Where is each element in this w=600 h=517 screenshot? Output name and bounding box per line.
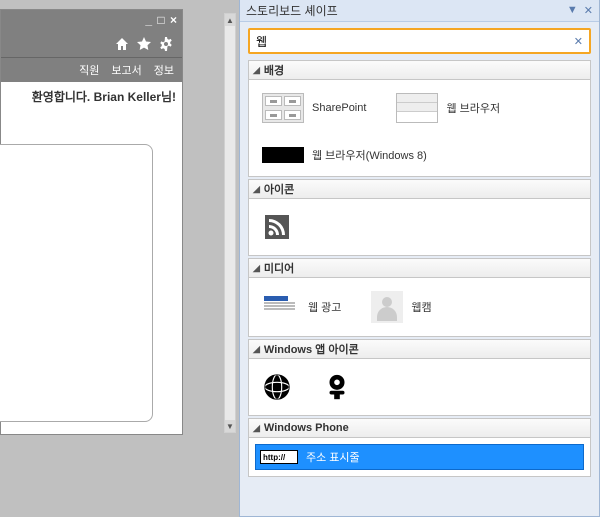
globe-icon bbox=[262, 372, 292, 402]
clear-search-icon[interactable]: ✕ bbox=[574, 35, 583, 48]
user-circle-icon bbox=[322, 372, 352, 402]
search-box[interactable]: ✕ bbox=[248, 28, 591, 54]
shape-web-ad[interactable]: 웹 광고 bbox=[257, 286, 346, 328]
menu-item-info[interactable]: 정보 bbox=[154, 62, 174, 78]
scroll-down-icon[interactable]: ▼ bbox=[225, 420, 235, 432]
category-label: Windows Phone bbox=[264, 422, 349, 434]
chevron-icon: ◢ bbox=[253, 423, 260, 434]
panel-close-icon[interactable]: ✕ bbox=[584, 4, 593, 17]
category-header-background[interactable]: ◢ 배경 bbox=[248, 60, 591, 80]
category-icon: ◢ 아이콘 bbox=[248, 179, 591, 256]
chevron-icon: ◢ bbox=[253, 184, 260, 195]
shape-label: 웹 광고 bbox=[308, 299, 341, 315]
scrollbar[interactable]: ▲ ▼ bbox=[224, 13, 236, 433]
shape-rss-icon[interactable] bbox=[257, 207, 297, 247]
window-menubar: 직원 보고서 정보 bbox=[1, 58, 182, 82]
shape-label: 주소 표시줄 bbox=[306, 449, 360, 465]
storyboard-shapes-panel: 스토리보드 셰이프 ▼ ✕ ✕ ◢ 배경 SharePo bbox=[239, 0, 600, 517]
ad-icon bbox=[262, 294, 300, 320]
chevron-icon: ◢ bbox=[253, 65, 260, 76]
shape-label: SharePoint bbox=[312, 102, 366, 114]
shape-web-browser[interactable]: 웹 브라우저 bbox=[391, 88, 505, 128]
menu-item-report[interactable]: 보고서 bbox=[111, 62, 141, 78]
category-background: ◢ 배경 SharePoint 웹 브라우저 bbox=[248, 60, 591, 177]
rss-icon bbox=[262, 212, 292, 242]
gear-icon[interactable] bbox=[158, 36, 174, 52]
home-icon[interactable] bbox=[114, 36, 130, 52]
search-input[interactable] bbox=[256, 34, 574, 48]
browser-icon bbox=[396, 93, 438, 123]
welcome-text: 환영합니다. Brian Keller님! bbox=[1, 82, 182, 111]
category-label: 미디어 bbox=[264, 260, 294, 276]
chevron-icon: ◢ bbox=[253, 344, 260, 355]
background-app-window: _ □ × 직원 보고서 정보 환영합니다. Brian Keller님! bbox=[0, 9, 183, 435]
category-media: ◢ 미디어 웹 광고 웹캠 bbox=[248, 258, 591, 337]
category-windows-app-icon: ◢ Windows 앱 아이콘 bbox=[248, 339, 591, 416]
category-header-icon[interactable]: ◢ 아이콘 bbox=[248, 179, 591, 199]
shape-label: 웹 브라우저(Windows 8) bbox=[312, 147, 427, 163]
sharepoint-icon bbox=[262, 93, 304, 123]
address-bar-icon: http:// bbox=[260, 450, 298, 464]
scroll-up-icon[interactable]: ▲ bbox=[225, 14, 235, 26]
shape-label: 웹 브라우저 bbox=[446, 100, 500, 116]
panel-title: 스토리보드 셰이프 bbox=[246, 2, 338, 19]
star-icon[interactable] bbox=[136, 36, 152, 52]
panel-menu-icon[interactable]: ▼ bbox=[567, 4, 578, 17]
menu-item-staff[interactable]: 직원 bbox=[79, 62, 99, 78]
webcam-icon bbox=[371, 291, 403, 323]
category-label: 배경 bbox=[264, 62, 284, 78]
window-titlebar: _ □ × bbox=[1, 10, 182, 30]
shape-address-bar[interactable]: http:// 주소 표시줄 bbox=[255, 444, 584, 470]
window-controls[interactable]: _ □ × bbox=[145, 13, 178, 27]
category-windows-phone: ◢ Windows Phone http:// 주소 표시줄 bbox=[248, 418, 591, 477]
window-toolbar bbox=[1, 30, 182, 58]
category-header-media[interactable]: ◢ 미디어 bbox=[248, 258, 591, 278]
category-label: Windows 앱 아이콘 bbox=[264, 341, 359, 357]
scroll-track[interactable] bbox=[225, 26, 235, 420]
search-container: ✕ bbox=[240, 22, 599, 58]
shape-webcam[interactable]: 웹캠 bbox=[366, 286, 436, 328]
shape-label: 웹캠 bbox=[411, 299, 431, 315]
chevron-icon: ◢ bbox=[253, 263, 260, 274]
content-card bbox=[0, 144, 153, 422]
shape-sharepoint[interactable]: SharePoint bbox=[257, 88, 371, 128]
category-header-windows-phone[interactable]: ◢ Windows Phone bbox=[248, 418, 591, 438]
category-label: 아이콘 bbox=[264, 181, 294, 197]
panel-titlebar: 스토리보드 셰이프 ▼ ✕ bbox=[240, 0, 599, 22]
shape-categories: ◢ 배경 SharePoint 웹 브라우저 bbox=[240, 58, 599, 514]
category-header-windows-app-icon[interactable]: ◢ Windows 앱 아이콘 bbox=[248, 339, 591, 359]
shape-globe-icon[interactable] bbox=[257, 367, 297, 407]
shape-web-browser-win8[interactable]: 웹 브라우저(Windows 8) bbox=[257, 142, 432, 168]
shape-user-icon[interactable] bbox=[317, 367, 357, 407]
